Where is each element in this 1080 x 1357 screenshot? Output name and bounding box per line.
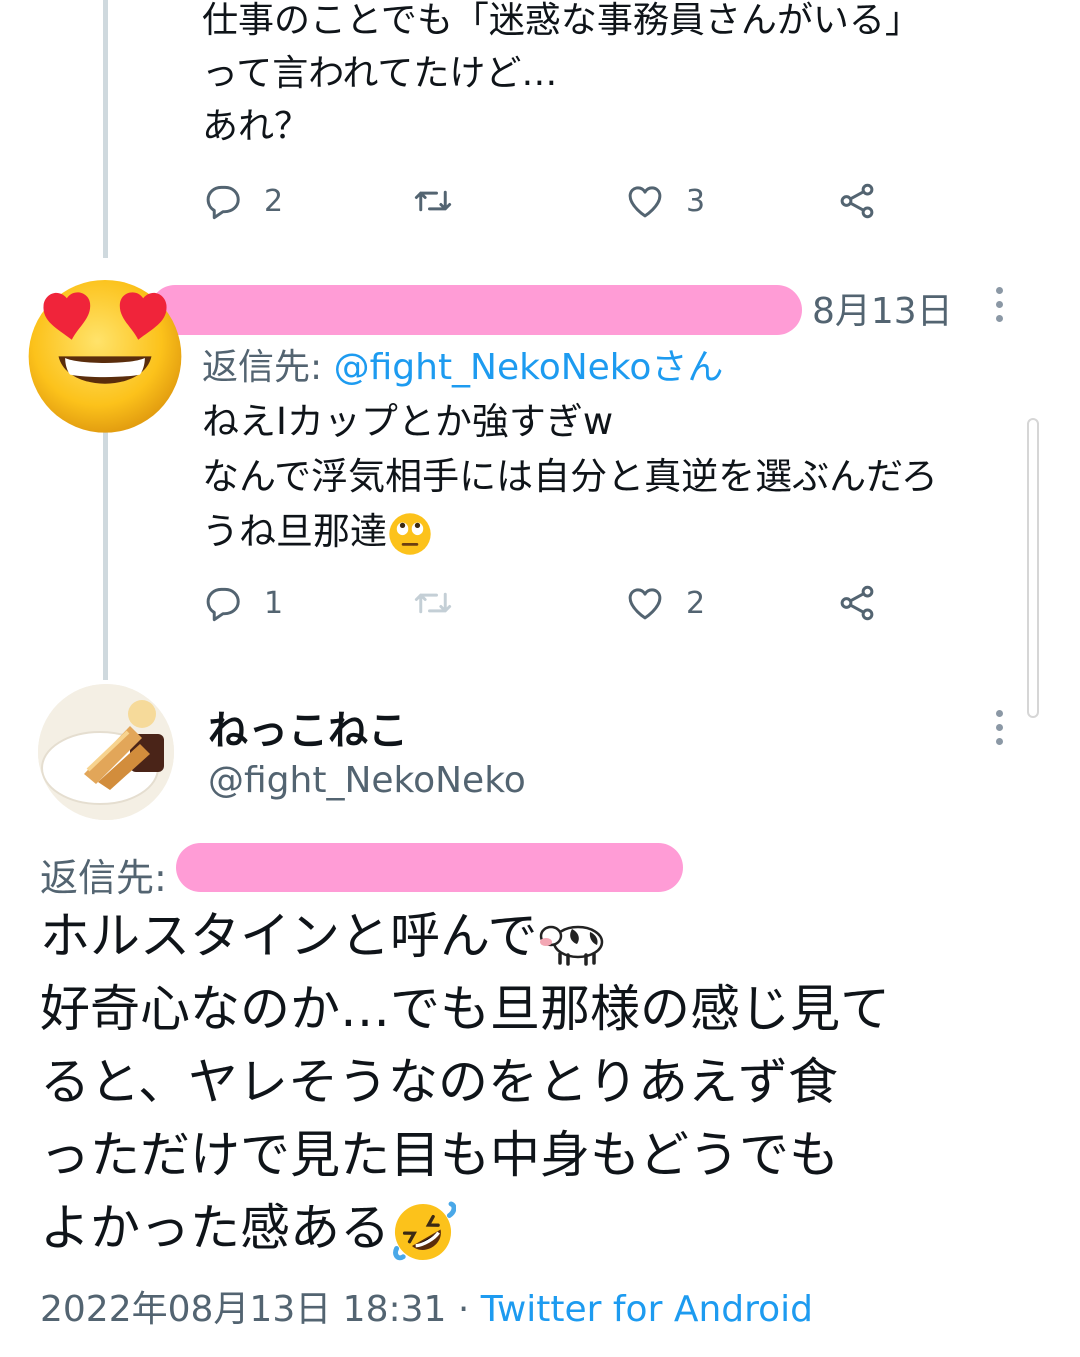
more-icon[interactable] (994, 287, 1004, 329)
tweet-text-line: よかった感ある (40, 1192, 1050, 1265)
tweet-text: 仕事のことでも「迷惑な事務員さんがいる」 って言われてたけど… あれ？ (202, 0, 921, 153)
tweet-date: 8月13日 (812, 291, 953, 332)
tweet-text-segment: うね旦那達 (202, 510, 387, 553)
tweet-text-line: ねえIカップとか強すぎw (202, 400, 614, 443)
tweet-text-line: なんで浮気相手には自分と真逆を選ぶんだろ (202, 455, 938, 498)
redacted-username (150, 285, 802, 335)
reply-button[interactable]: 2 (202, 176, 283, 226)
tweet-actions: 2 3 (202, 176, 902, 226)
separator: · (446, 1289, 481, 1330)
rofl-emoji (393, 1200, 456, 1260)
tweet-text-segment: ホルスタインと呼んで (40, 907, 538, 965)
tweet-text: ねえIカップとか強すぎw なんで浮気相手には自分と真逆を選ぶんだろ うね旦那達 (202, 394, 938, 559)
tweet-text-line: って言われてたけど… (202, 53, 558, 94)
tweet-meta: 2022年08月13日 18:31 · Twitter for Android (40, 1280, 813, 1332)
share-button[interactable] (836, 176, 878, 226)
rolling-eyes-emoji (389, 512, 431, 555)
scrollbar[interactable] (1027, 418, 1039, 718)
share-icon (840, 585, 874, 621)
thread-line (103, 0, 108, 258)
tweet-text-segment: よかった感ある (40, 1199, 390, 1257)
source-link[interactable]: Twitter for Android (481, 1289, 813, 1330)
like-count: 2 (686, 585, 706, 621)
retweet-button[interactable] (412, 578, 474, 628)
retweet-icon (414, 592, 452, 614)
like-button[interactable]: 3 (624, 176, 705, 226)
heart-eyes-emoji (28, 279, 182, 433)
tweet-text-line: あれ？ (202, 106, 311, 147)
reply-count: 1 (264, 585, 284, 621)
reply-to-line: 返信先: @fight_NekoNekoさん (202, 338, 723, 390)
reply-to-handle-link[interactable]: @fight_NekoNekoさん (334, 347, 724, 388)
retweet-button[interactable] (412, 176, 474, 226)
tweet-text-line: 好奇心なのか…でも旦那様の感じ見て (40, 980, 890, 1038)
cow-emoji (539, 925, 603, 966)
avatar-image (38, 684, 174, 820)
tweet-text-line: ると、ヤレそうなのをとりあえず食 (40, 1053, 838, 1111)
tweet-text-line: ホルスタインと呼んで (40, 900, 1050, 973)
like-button[interactable]: 2 (624, 578, 705, 628)
reply-button[interactable]: 1 (202, 578, 283, 628)
display-name[interactable]: ねっこねこ (208, 698, 408, 756)
timestamp[interactable]: 2022年08月13日 18:31 (40, 1289, 446, 1330)
reply-icon (206, 185, 240, 220)
like-count: 3 (686, 183, 706, 219)
avatar[interactable] (38, 684, 174, 820)
reply-to-line: 返信先: (40, 847, 167, 902)
tweet-actions: 1 2 (202, 578, 902, 628)
reply-to-label: 返信先: (202, 347, 323, 388)
user-handle[interactable]: @fight_NekoNeko (208, 760, 526, 801)
reply-count: 2 (264, 183, 284, 219)
redacted-reply-handle (176, 843, 683, 892)
retweet-icon (414, 190, 452, 212)
more-icon[interactable] (994, 710, 1004, 752)
reply-icon (206, 587, 240, 622)
like-icon (628, 588, 662, 620)
main-tweet-text: ホルスタインと呼んで 好奇心なのか…でも旦那様の感じ見て ると、ヤレそうなのをと… (40, 900, 1050, 1265)
share-icon (840, 183, 874, 219)
tweet-text-line: うね旦那達 (202, 504, 938, 559)
share-button[interactable] (836, 578, 878, 628)
tweet-text-line: 仕事のことでも「迷惑な事務員さんがいる」 (202, 0, 921, 41)
like-icon (628, 186, 662, 218)
reply-to-label: 返信先: (40, 856, 167, 900)
tweet-text-line: っただけで見た目も中身もどうでも (40, 1126, 839, 1184)
